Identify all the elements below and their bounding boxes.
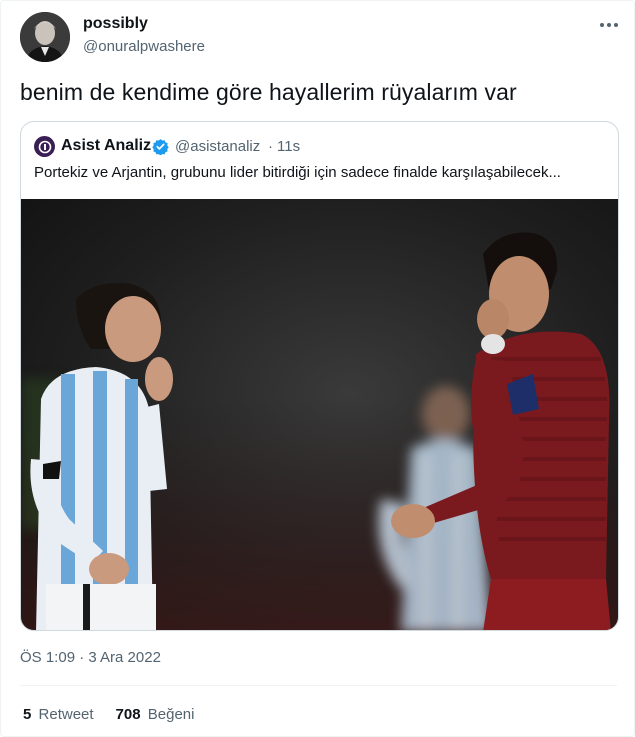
tweet-stats: 5 Retweet 708 Beğeni (23, 706, 194, 723)
author-avatar[interactable] (20, 12, 70, 62)
retweets-stat[interactable]: 5 Retweet (23, 706, 94, 723)
quoted-avatar-logo (38, 140, 51, 153)
likes-count: 708 (115, 706, 141, 723)
quoted-separator: · (268, 138, 273, 155)
divider (20, 685, 617, 686)
tweet-timestamp[interactable]: ÖS 1:09 · 3 Ara 2022 (20, 649, 161, 666)
verified-badge-icon (152, 139, 169, 155)
likes-stat[interactable]: 708 Beğeni (116, 706, 195, 723)
more-horizontal-icon[interactable] (596, 15, 622, 35)
photo-illustration (21, 199, 618, 630)
more-dot (614, 23, 618, 27)
author-handle[interactable]: @onuralpwashere (83, 38, 205, 55)
retweets-count: 5 (23, 706, 32, 723)
quoted-photo[interactable] (21, 199, 618, 630)
avatar-image (20, 12, 70, 62)
quoted-avatar[interactable] (34, 136, 55, 157)
quoted-time[interactable]: 11s (277, 138, 300, 155)
retweets-label: Retweet (38, 706, 94, 723)
more-dot (600, 23, 604, 27)
quoted-display-name[interactable]: Asist Analiz (61, 137, 151, 155)
quoted-text: Portekiz ve Arjantin, grubunu lider biti… (34, 164, 561, 181)
tweet-card: possibly @onuralpwashere benim de kendim… (0, 0, 635, 737)
more-dot (607, 23, 611, 27)
likes-label: Beğeni (147, 706, 195, 723)
quoted-tweet[interactable]: Asist Analiz @asistanaliz · 11s Portekiz… (20, 121, 619, 631)
tweet-text: benim de kendime göre hayallerim rüyalar… (20, 79, 517, 105)
author-display-name[interactable]: possibly (83, 15, 148, 33)
quoted-handle[interactable]: @asistanaliz (175, 138, 260, 155)
